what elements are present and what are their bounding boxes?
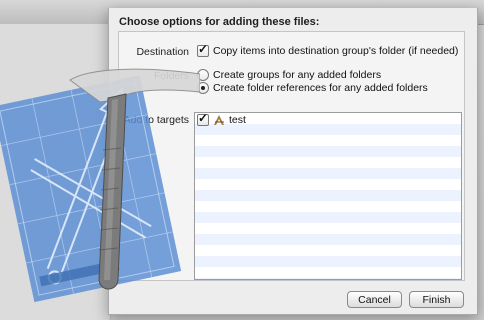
target-test-checkbox[interactable]: ✓ bbox=[197, 112, 209, 126]
create-references-radio[interactable] bbox=[197, 82, 209, 94]
background-sidebar bbox=[0, 24, 111, 320]
folders-label: Folders bbox=[153, 70, 189, 82]
target-name: test bbox=[229, 114, 246, 126]
copy-items-label: Copy items into destination group's fold… bbox=[213, 45, 459, 57]
targets-label: Add to targets bbox=[123, 114, 189, 126]
destination-label: Destination bbox=[136, 46, 189, 58]
targets-list[interactable]: ✓ test bbox=[194, 112, 462, 280]
copy-items-checkbox[interactable]: ✓ bbox=[197, 42, 209, 57]
target-row-test[interactable]: ✓ test bbox=[197, 112, 246, 126]
create-groups-label: Create groups for any added folders bbox=[213, 69, 382, 81]
add-files-sheet: Choose options for adding these files: D… bbox=[108, 8, 478, 315]
sheet-title: Choose options for adding these files: bbox=[119, 16, 320, 28]
targets-list-stripes bbox=[195, 113, 461, 279]
finish-button[interactable]: Finish bbox=[409, 291, 464, 308]
application-target-icon bbox=[214, 114, 224, 125]
folder-option-groups[interactable]: Create groups for any added folders bbox=[197, 69, 381, 81]
create-groups-radio[interactable] bbox=[197, 69, 209, 81]
checkmark-icon: ✓ bbox=[198, 42, 209, 56]
checkmark-icon: ✓ bbox=[198, 112, 209, 125]
folder-option-references[interactable]: Create folder references for any added f… bbox=[197, 82, 428, 94]
options-panel: Destination ✓ Copy items into destinatio… bbox=[118, 31, 465, 281]
create-references-label: Create folder references for any added f… bbox=[213, 82, 428, 94]
destination-copy-option[interactable]: ✓ Copy items into destination group's fo… bbox=[197, 42, 459, 57]
cancel-button[interactable]: Cancel bbox=[347, 291, 402, 308]
